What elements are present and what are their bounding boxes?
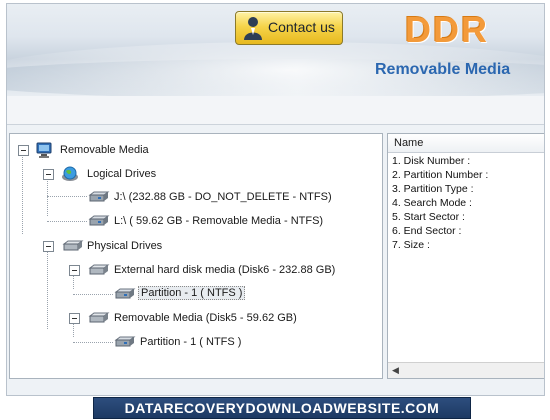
tree-label-disk5: Removable Media (Disk5 - 59.62 GB): [114, 312, 297, 324]
details-list: 1. Disk Number : 2. Partition Number : 3…: [392, 155, 542, 253]
tree-node-drive-l[interactable]: L:\ ( 59.62 GB - Removable Media - NTFS): [10, 212, 340, 230]
hard-drive-icon: [114, 336, 136, 347]
hard-drive-icon: [88, 215, 110, 226]
tree-node-disk6-partition[interactable]: Partition - 1 ( NTFS ): [10, 285, 260, 303]
details-item: 1. Disk Number :: [392, 155, 471, 167]
tree-label-logical-drives: Logical Drives: [87, 168, 157, 180]
hard-drive-icon: [114, 288, 136, 299]
ddr-logo: DDR: [405, 9, 489, 50]
column-header-name[interactable]: Name: [388, 134, 544, 153]
details-item: 6. End Sector :: [392, 225, 462, 237]
scroll-left-arrow-icon[interactable]: ◀: [392, 366, 399, 376]
tree-label-root: Removable Media: [60, 144, 149, 156]
app-subtitle: Removable Media: [375, 61, 511, 78]
person-icon: [244, 17, 262, 40]
header-banner: Contact us DDR Removable Media: [7, 4, 544, 96]
toolbar-strip: [7, 96, 544, 125]
computer-icon: [36, 142, 52, 158]
disk-drive-icon: [62, 240, 84, 251]
disk-drive-icon: [88, 312, 110, 323]
website-footer-banner: DATARECOVERYDOWNLOADWEBSITE.COM: [93, 397, 471, 419]
collapse-toggle[interactable]: [69, 313, 80, 324]
contact-us-button[interactable]: Contact us: [235, 11, 343, 45]
tree-node-physical-drives[interactable]: Physical Drives: [10, 237, 210, 255]
tree-label-disk5-partition: Partition - 1 ( NTFS ): [140, 336, 242, 348]
horizontal-scrollbar[interactable]: ◀: [388, 362, 544, 378]
app-window: Contact us DDR Removable Media Removable…: [6, 3, 545, 396]
details-item: 2. Partition Number :: [392, 169, 489, 181]
disk-drive-icon: [88, 264, 110, 275]
details-item: 7. Size :: [392, 239, 430, 251]
tree-label-disk6: External hard disk media (Disk6 - 232.88…: [114, 264, 336, 276]
details-item: 3. Partition Type :: [392, 183, 474, 195]
details-item: 5. Start Sector :: [392, 211, 465, 223]
details-panel: Name 1. Disk Number : 2. Partition Numbe…: [387, 133, 544, 379]
contact-us-label: Contact us: [268, 19, 335, 35]
tree-label-drive-j: J:\ (232.88 GB - DO_NOT_DELETE - NTFS): [114, 191, 332, 203]
tree-label-disk6-partition: Partition - 1 ( NTFS ): [138, 286, 246, 300]
collapse-toggle[interactable]: [43, 169, 54, 180]
tree-node-disk6[interactable]: External hard disk media (Disk6 - 232.88…: [10, 261, 370, 279]
hard-drive-icon: [88, 191, 110, 202]
tree-node-root[interactable]: Removable Media: [10, 141, 210, 159]
collapse-toggle[interactable]: [18, 145, 29, 156]
tree-label-physical-drives: Physical Drives: [87, 240, 163, 252]
tree-node-drive-j[interactable]: J:\ (232.88 GB - DO_NOT_DELETE - NTFS): [10, 188, 340, 206]
collapse-toggle[interactable]: [43, 241, 54, 252]
globe-drive-icon: [62, 166, 78, 181]
collapse-toggle[interactable]: [69, 265, 80, 276]
drive-tree-panel: Removable Media Logical Drives J:\ (232.…: [9, 133, 383, 379]
tree-node-disk5-partition[interactable]: Partition - 1 ( NTFS ): [10, 333, 260, 351]
tree-node-logical-drives[interactable]: Logical Drives: [10, 165, 210, 183]
column-header-label: Name: [394, 137, 424, 149]
details-item: 4. Search Mode :: [392, 197, 472, 209]
tree-label-drive-l: L:\ ( 59.62 GB - Removable Media - NTFS): [114, 215, 324, 227]
website-footer-label: DATARECOVERYDOWNLOADWEBSITE.COM: [124, 400, 440, 416]
tree-node-disk5[interactable]: Removable Media (Disk5 - 59.62 GB): [10, 309, 370, 327]
